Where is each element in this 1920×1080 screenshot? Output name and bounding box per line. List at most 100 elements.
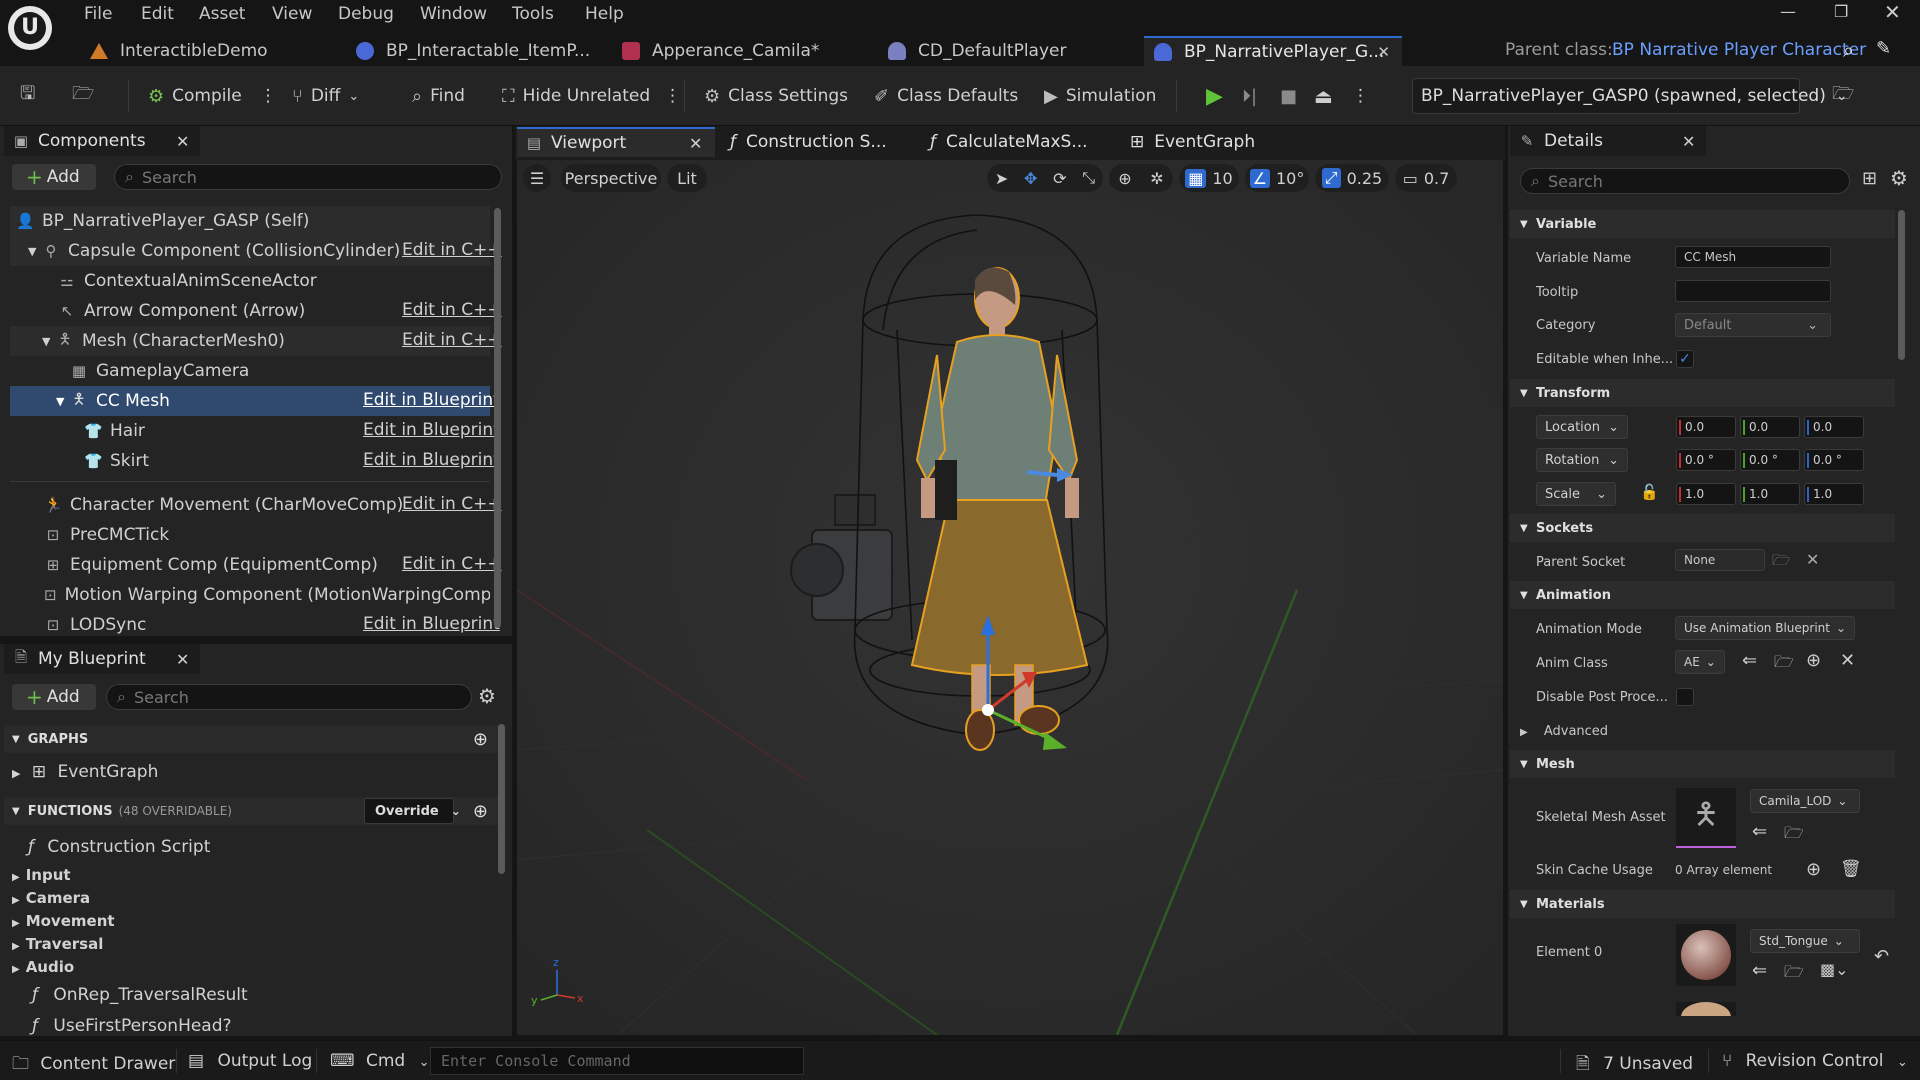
rotation-dropdown[interactable]: Rotation ⌄	[1536, 448, 1628, 472]
function-item[interactable]: ƒ OnRep_TraversalResult	[32, 985, 248, 1005]
category-audio[interactable]: ▶ Audio	[12, 958, 74, 976]
doc-tab-bp-narrativeplayer[interactable]: BP_NarrativePlayer_G... ✕	[1144, 36, 1402, 66]
use-selected-icon[interactable]: ⇐	[1752, 821, 1767, 842]
close-icon[interactable]: ✕	[1682, 132, 1695, 151]
close-icon[interactable]: ✕	[176, 132, 189, 151]
components-scrollbar[interactable]	[494, 208, 501, 628]
debug-browse-icon[interactable]: 🗁	[1832, 80, 1862, 112]
step-icon[interactable]: ⏵|	[1242, 80, 1257, 112]
mesh-thumbnail[interactable]: 🯅	[1676, 788, 1736, 848]
table-view-icon[interactable]: ⊞	[1862, 168, 1877, 189]
location-z-field[interactable]: 0.0	[1804, 416, 1864, 438]
rotation-y-field[interactable]: 0.0 °	[1740, 449, 1800, 471]
play-icon[interactable]: ▶	[1206, 80, 1223, 112]
menu-window[interactable]: Window	[420, 4, 487, 24]
lock-icon[interactable]: 🔓	[1640, 483, 1659, 501]
chevron-down-icon[interactable]: ▼	[56, 395, 70, 408]
construction-script-item[interactable]: ƒ Construction Script	[28, 837, 210, 857]
animation-mode-dropdown[interactable]: Use Animation Blueprint ⌄	[1675, 616, 1855, 640]
chevron-down-icon[interactable]: ▼	[28, 245, 42, 258]
menu-tools[interactable]: Tools	[512, 4, 554, 24]
menu-debug[interactable]: Debug	[338, 4, 394, 24]
rotate-icon[interactable]: ⟳	[1053, 169, 1066, 188]
details-scrollbar[interactable]	[1898, 210, 1905, 360]
close-icon[interactable]: ✕	[176, 650, 189, 669]
mesh-section-header[interactable]: ▼ Mesh	[1510, 750, 1895, 778]
tree-item-precmctick[interactable]: ⊡ PreCMCTick	[10, 520, 490, 550]
menu-asset[interactable]: Asset	[199, 4, 245, 24]
gear-icon[interactable]: ⚙	[478, 684, 496, 708]
diff-button[interactable]: ⑂ Diff ⌄	[292, 80, 359, 112]
viewport-options-icon[interactable]: ☰	[523, 164, 551, 192]
maximize-icon[interactable]: ❐	[1834, 2, 1848, 21]
browse-icon[interactable]: 🗁	[72, 80, 102, 112]
doc-tab-apperance-camila[interactable]: Apperance_Camila*	[612, 36, 872, 66]
surface-snap-icon[interactable]: ✲	[1150, 169, 1163, 188]
more-icon[interactable]: ⋮	[1352, 80, 1369, 112]
stop-icon[interactable]: ■	[1280, 80, 1297, 112]
edit-in-cpp-link[interactable]: Edit in C++	[402, 240, 502, 260]
close-window-icon[interactable]: ✕	[1884, 0, 1901, 24]
add-function-icon[interactable]: ⊕	[473, 801, 488, 822]
scale-x-field[interactable]: 1.0	[1676, 483, 1736, 505]
edit-in-blueprint-link[interactable]: Edit in Blueprint	[363, 614, 500, 634]
revision-control-button[interactable]: ⑂ Revision Control ⌄	[1722, 1051, 1908, 1071]
category-camera[interactable]: ▶ Camera	[12, 889, 90, 907]
location-dropdown[interactable]: Location ⌄	[1536, 415, 1628, 439]
tree-item-gameplay-camera[interactable]: ▦ GameplayCamera	[10, 356, 490, 386]
override-dropdown[interactable]: Override ⌄	[364, 798, 461, 824]
sockets-section-header[interactable]: ▼ Sockets	[1510, 514, 1895, 542]
edit-in-cpp-link[interactable]: Edit in C++	[402, 300, 502, 320]
details-search-input[interactable]: ⌕ Search	[1520, 168, 1850, 194]
doc-tab-bp-interactable[interactable]: BP_Interactable_ItemP...	[346, 36, 606, 66]
anim-class-dropdown[interactable]: AE ⌄	[1675, 650, 1725, 674]
details-tab[interactable]: ✎ Details ✕	[1510, 126, 1706, 156]
transform-section-header[interactable]: ▼ Transform	[1510, 379, 1895, 407]
animation-section-header[interactable]: ▼ Animation	[1510, 581, 1895, 609]
category-traversal[interactable]: ▶ Traversal	[12, 935, 103, 953]
edit-in-cpp-link[interactable]: Edit in C++	[402, 330, 502, 350]
use-selected-icon[interactable]: ⇐	[1752, 960, 1767, 981]
select-icon[interactable]: ➤	[995, 169, 1008, 188]
class-settings-button[interactable]: ⚙ Class Settings	[704, 80, 848, 112]
doc-tab-interactibledemo[interactable]: InteractibleDemo	[80, 36, 340, 66]
tooltip-field[interactable]	[1675, 280, 1831, 302]
trash-icon[interactable]: 🗑	[1840, 859, 1862, 879]
minimize-icon[interactable]: —	[1780, 2, 1796, 21]
rotation-x-field[interactable]: 0.0 °	[1676, 449, 1736, 471]
add-icon[interactable]: ⊕	[1806, 650, 1821, 671]
close-tab-icon[interactable]: ✕	[1377, 43, 1390, 61]
variable-section-header[interactable]: ▼ Variable	[1510, 210, 1895, 238]
skeletal-mesh-dropdown[interactable]: Camila_LOD ⌄	[1750, 789, 1860, 813]
chevron-down-icon[interactable]: ▼	[42, 335, 56, 348]
gear-icon[interactable]: ⚙	[1890, 166, 1908, 190]
tab-construction-script[interactable]: ƒ Construction S...	[720, 127, 916, 157]
add-element-icon[interactable]: ⊕	[1806, 859, 1821, 880]
advanced-expander[interactable]: ▶ Advanced	[1520, 724, 1608, 739]
rotation-snap-button[interactable]: ∠ 10°	[1245, 164, 1309, 192]
close-icon[interactable]: ✕	[689, 134, 702, 153]
my-blueprint-tab[interactable]: 🗎 My Blueprint ✕	[4, 644, 200, 674]
edit-in-blueprint-link[interactable]: Edit in Blueprint	[363, 420, 500, 440]
eject-icon[interactable]: ⏏	[1314, 80, 1333, 112]
tree-item-self[interactable]: 👤 BP_NarrativePlayer_GASP (Self)	[10, 206, 490, 236]
category-input[interactable]: ▶ Input	[12, 866, 71, 884]
debug-object-dropdown[interactable]: BP_NarrativePlayer_GASP0 (spawned, selec…	[1412, 78, 1848, 114]
browse-icon[interactable]: 🗁	[1784, 961, 1804, 988]
unsaved-button[interactable]: 🗎 7 Unsaved	[1576, 1051, 1693, 1080]
material-thumbnail[interactable]	[1676, 924, 1736, 986]
editable-checkbox[interactable]: ✓	[1676, 350, 1694, 368]
variable-name-field[interactable]: CC Mesh	[1675, 246, 1831, 268]
location-y-field[interactable]: 0.0	[1740, 416, 1800, 438]
scale-y-field[interactable]: 1.0	[1740, 483, 1800, 505]
browse-icon[interactable]: 🗁	[1774, 651, 1794, 678]
category-dropdown[interactable]: Default ⌄	[1675, 313, 1831, 337]
use-selected-icon[interactable]: ⇐	[1742, 650, 1757, 671]
edit-in-blueprint-link[interactable]: Edit in Blueprint	[363, 450, 500, 470]
my-blueprint-search-input[interactable]: ⌕ Search	[106, 684, 472, 710]
search-icon[interactable]: ⌕	[1843, 38, 1854, 62]
rotation-z-field[interactable]: 0.0 °	[1804, 449, 1864, 471]
add-member-button[interactable]: + Add	[12, 684, 96, 710]
parent-socket-field[interactable]: None	[1675, 549, 1765, 571]
menu-view[interactable]: View	[272, 4, 312, 24]
